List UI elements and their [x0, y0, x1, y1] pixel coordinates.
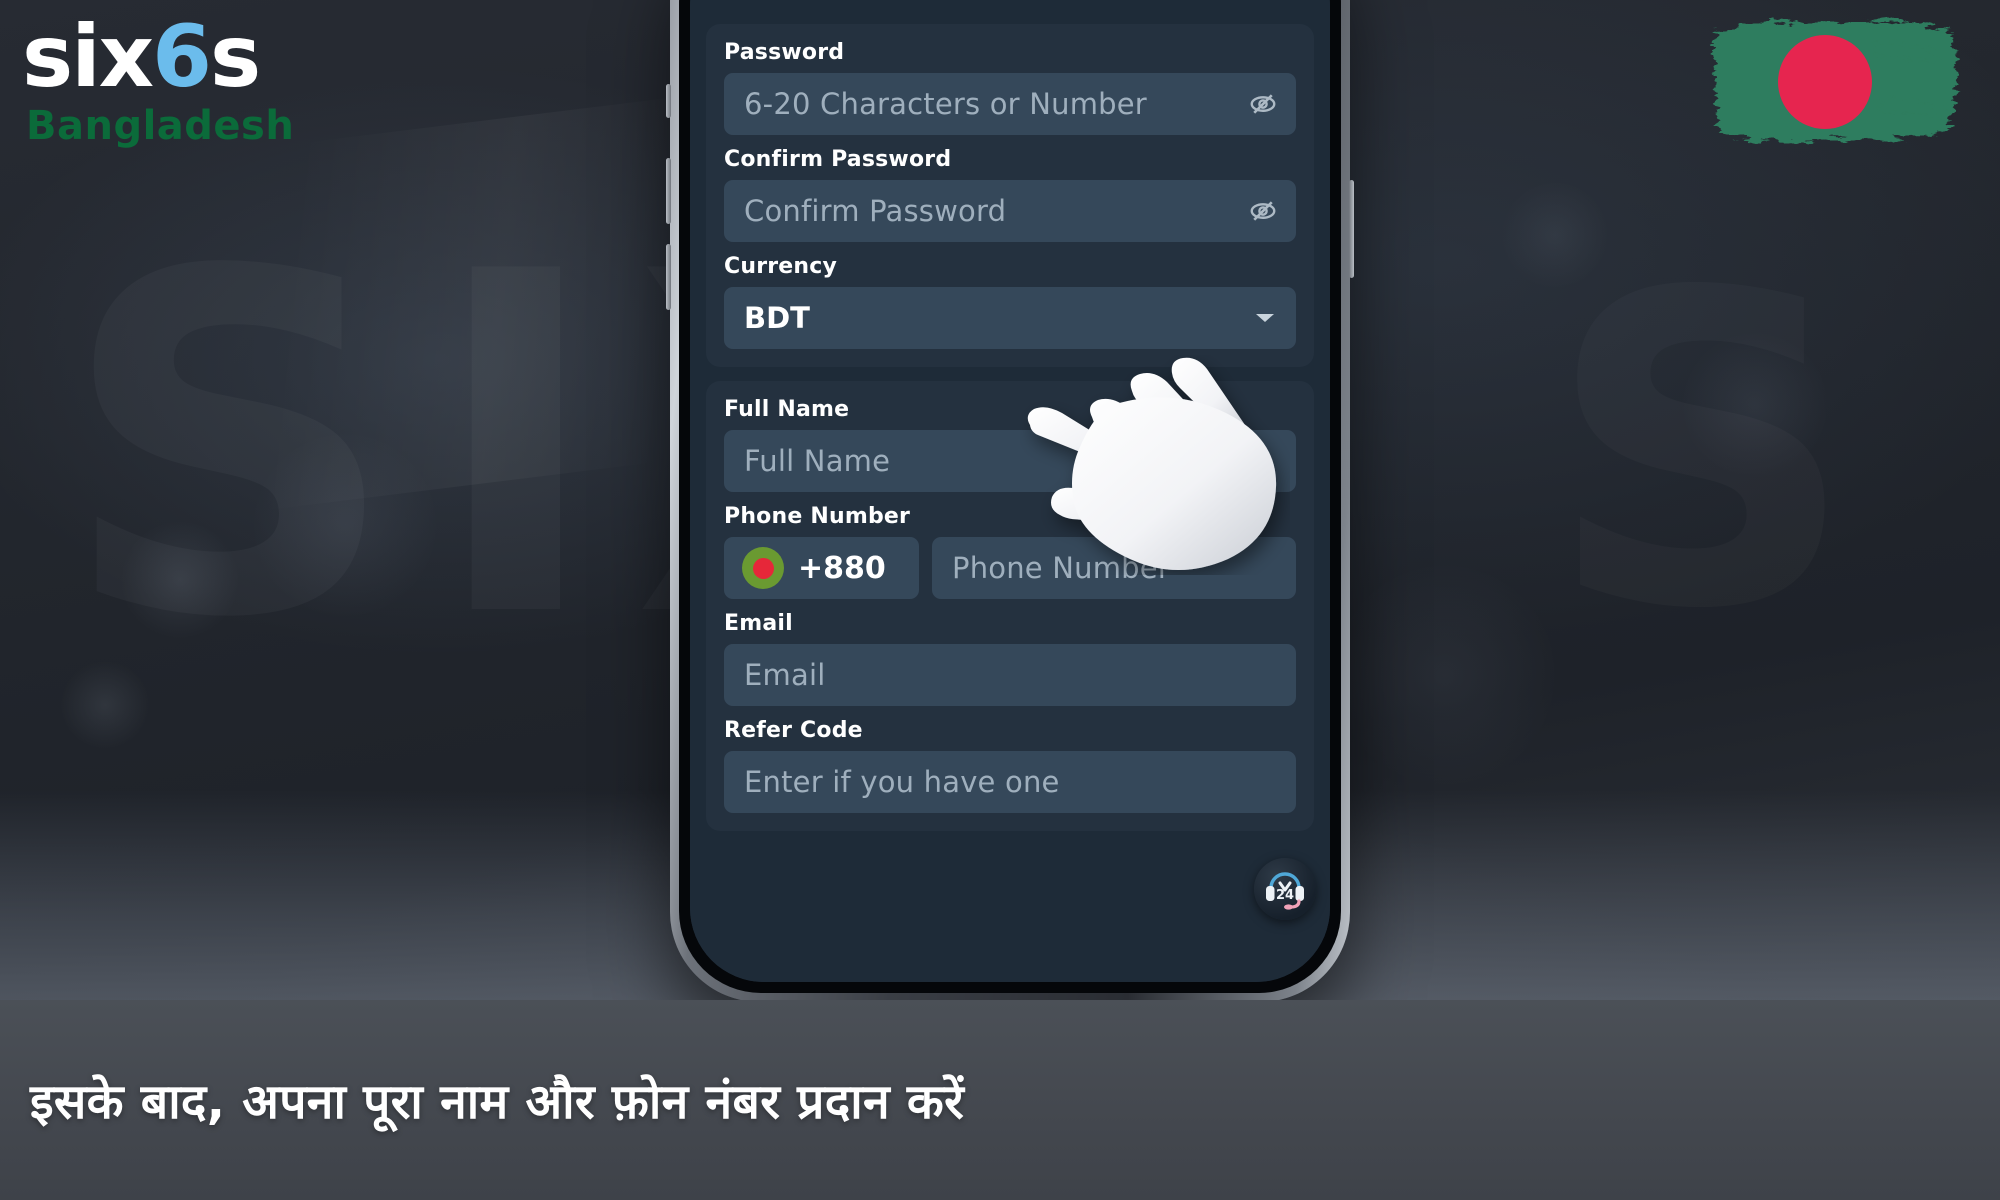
refer-code-label: Refer Code — [724, 718, 863, 743]
country-code-selector[interactable]: +880 — [724, 537, 919, 599]
field-password: Password 6-20 Characters or Number — [724, 40, 1296, 135]
chevron-down-icon[interactable] — [1256, 314, 1274, 322]
hand-cursor-icon — [1020, 355, 1290, 575]
field-currency: Currency BDT — [724, 254, 1296, 349]
brand-logo-part-2: 6 — [152, 7, 212, 107]
field-email: Email Email — [724, 611, 1296, 706]
currency-value: BDT — [744, 301, 810, 335]
bangladesh-flag-icon — [1700, 6, 1970, 156]
brand-logo-part-1: six — [22, 7, 154, 107]
email-label: Email — [724, 611, 793, 636]
credentials-card: Password 6-20 Characters or Number Confi… — [706, 24, 1314, 367]
caption-bar: इसके बाद, अपना पूरा नाम और फ़ोन नंबर प्र… — [0, 1000, 2000, 1200]
brand-logo-wordmark: six6s — [22, 14, 294, 100]
confirm-password-label: Confirm Password — [724, 147, 952, 172]
phone-power-button — [1349, 180, 1354, 278]
password-placeholder: 6-20 Characters or Number — [744, 87, 1147, 121]
phone-volume-up-button — [666, 158, 671, 224]
password-input[interactable]: 6-20 Characters or Number — [724, 73, 1296, 135]
phone-mute-switch — [666, 84, 671, 118]
password-label: Password — [724, 40, 845, 65]
full-name-placeholder: Full Name — [744, 444, 891, 478]
eye-off-icon[interactable] — [1248, 196, 1278, 226]
refer-code-input[interactable]: Enter if you have one — [724, 751, 1296, 813]
eye-off-icon[interactable] — [1248, 89, 1278, 119]
email-placeholder: Email — [744, 658, 826, 692]
confirm-password-placeholder: Confirm Password — [744, 194, 1007, 228]
headset-24h-support-icon[interactable]: 24 — [1254, 858, 1316, 920]
brand-logo-part-3: s — [209, 7, 261, 107]
phone-volume-down-button — [666, 244, 671, 310]
email-input[interactable]: Email — [724, 644, 1296, 706]
bangladesh-flag-icon — [742, 547, 784, 589]
field-confirm-password: Confirm Password Confirm Password — [724, 147, 1296, 242]
confirm-password-input[interactable]: Confirm Password — [724, 180, 1296, 242]
field-refer-code: Refer Code Enter if you have one — [724, 718, 1296, 813]
caption-text: इसके बाद, अपना पूरा नाम और फ़ोन नंबर प्र… — [30, 1073, 965, 1130]
currency-label: Currency — [724, 254, 838, 279]
brand-logo-country: Bangladesh — [26, 103, 295, 149]
refer-code-placeholder: Enter if you have one — [744, 765, 1060, 799]
brand-logo: six6s Bangladesh — [22, 14, 294, 146]
currency-select[interactable]: BDT — [724, 287, 1296, 349]
watermark-text-secondary: S — [1546, 260, 1880, 647]
country-code-value: +880 — [798, 550, 886, 586]
support-badge-label: 24 — [1276, 888, 1294, 903]
